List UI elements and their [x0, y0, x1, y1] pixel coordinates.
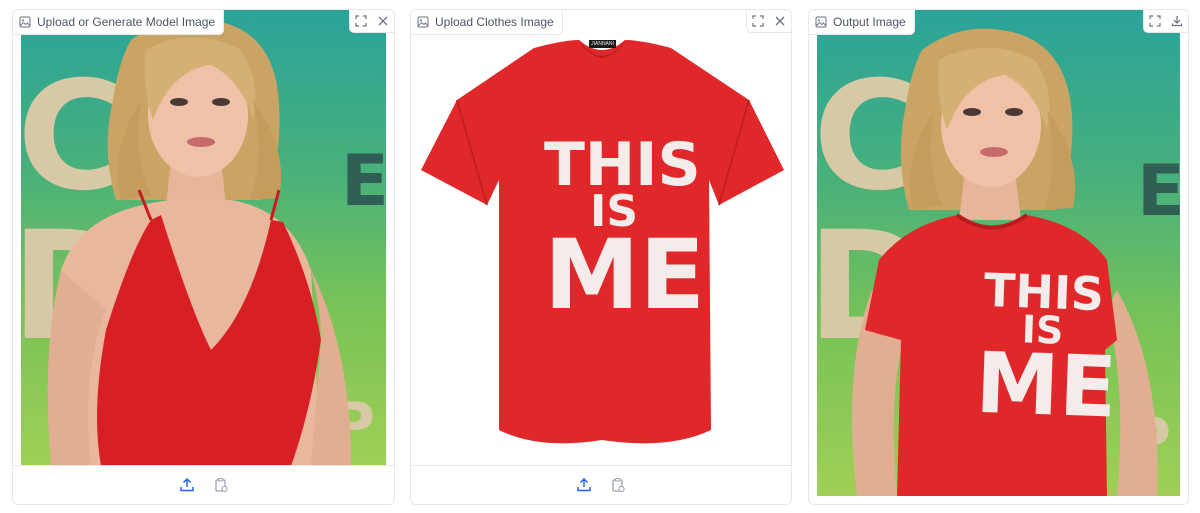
garment-print-line: ME [974, 333, 1119, 437]
paste-clipboard-button[interactable] [210, 474, 232, 496]
fullscreen-button[interactable] [1144, 10, 1166, 32]
output-image-panel: Output Image CE D E P [808, 9, 1189, 505]
panel-toolbar [349, 10, 394, 33]
fullscreen-button[interactable] [747, 10, 769, 32]
close-icon [378, 16, 388, 26]
model-image-label: Upload or Generate Model Image [13, 10, 225, 35]
garment-print: THIS IS ME [544, 130, 706, 331]
fullscreen-icon [752, 15, 764, 27]
image-icon [19, 16, 31, 28]
upload-button[interactable] [176, 474, 198, 496]
clothes-image-label: Upload Clothes Image [411, 10, 563, 35]
clipboard-icon [214, 477, 228, 493]
clear-button[interactable] [372, 10, 394, 32]
garment-tag: JIANNANI [591, 41, 614, 47]
model-photo: CE D E P [21, 10, 386, 466]
fullscreen-icon [355, 15, 367, 27]
clothes-image[interactable]: THIS IS ME JIANNANI [419, 10, 784, 466]
panel-toolbar [1143, 10, 1188, 33]
fullscreen-icon [1149, 15, 1161, 27]
output-photo: CE D E P [817, 10, 1180, 496]
upload-button[interactable] [573, 474, 595, 496]
output-image-label: Output Image [809, 10, 915, 35]
model-image[interactable]: CE D E P [21, 10, 386, 466]
garment-print-line: THIS [544, 130, 701, 200]
clear-button[interactable] [769, 10, 791, 32]
clothes-image-panel: Upload Clothes Image THIS IS ME JIANNANI [410, 9, 792, 505]
model-image-panel: Upload or Generate Model Image CE D E P [12, 9, 395, 505]
upload-icon [179, 477, 194, 492]
upload-toolbar [411, 465, 791, 504]
panel-toolbar [746, 10, 791, 33]
download-button[interactable] [1166, 10, 1188, 32]
image-icon [815, 16, 827, 28]
garment-print: THIS IS ME [974, 263, 1119, 437]
model-figure [47, 18, 351, 466]
panel-title: Output Image [833, 15, 906, 29]
panel-title: Upload Clothes Image [435, 15, 554, 29]
download-icon [1171, 16, 1183, 27]
panel-title: Upload or Generate Model Image [37, 15, 216, 29]
upload-toolbar [13, 465, 394, 504]
upload-icon [577, 477, 591, 492]
clipboard-icon [612, 477, 625, 493]
paste-clipboard-button[interactable] [607, 474, 629, 496]
close-icon [775, 16, 785, 26]
output-image[interactable]: CE D E P [817, 10, 1180, 496]
fullscreen-button[interactable] [350, 10, 372, 32]
image-icon [417, 16, 429, 28]
garment-print-line: ME [544, 218, 706, 331]
